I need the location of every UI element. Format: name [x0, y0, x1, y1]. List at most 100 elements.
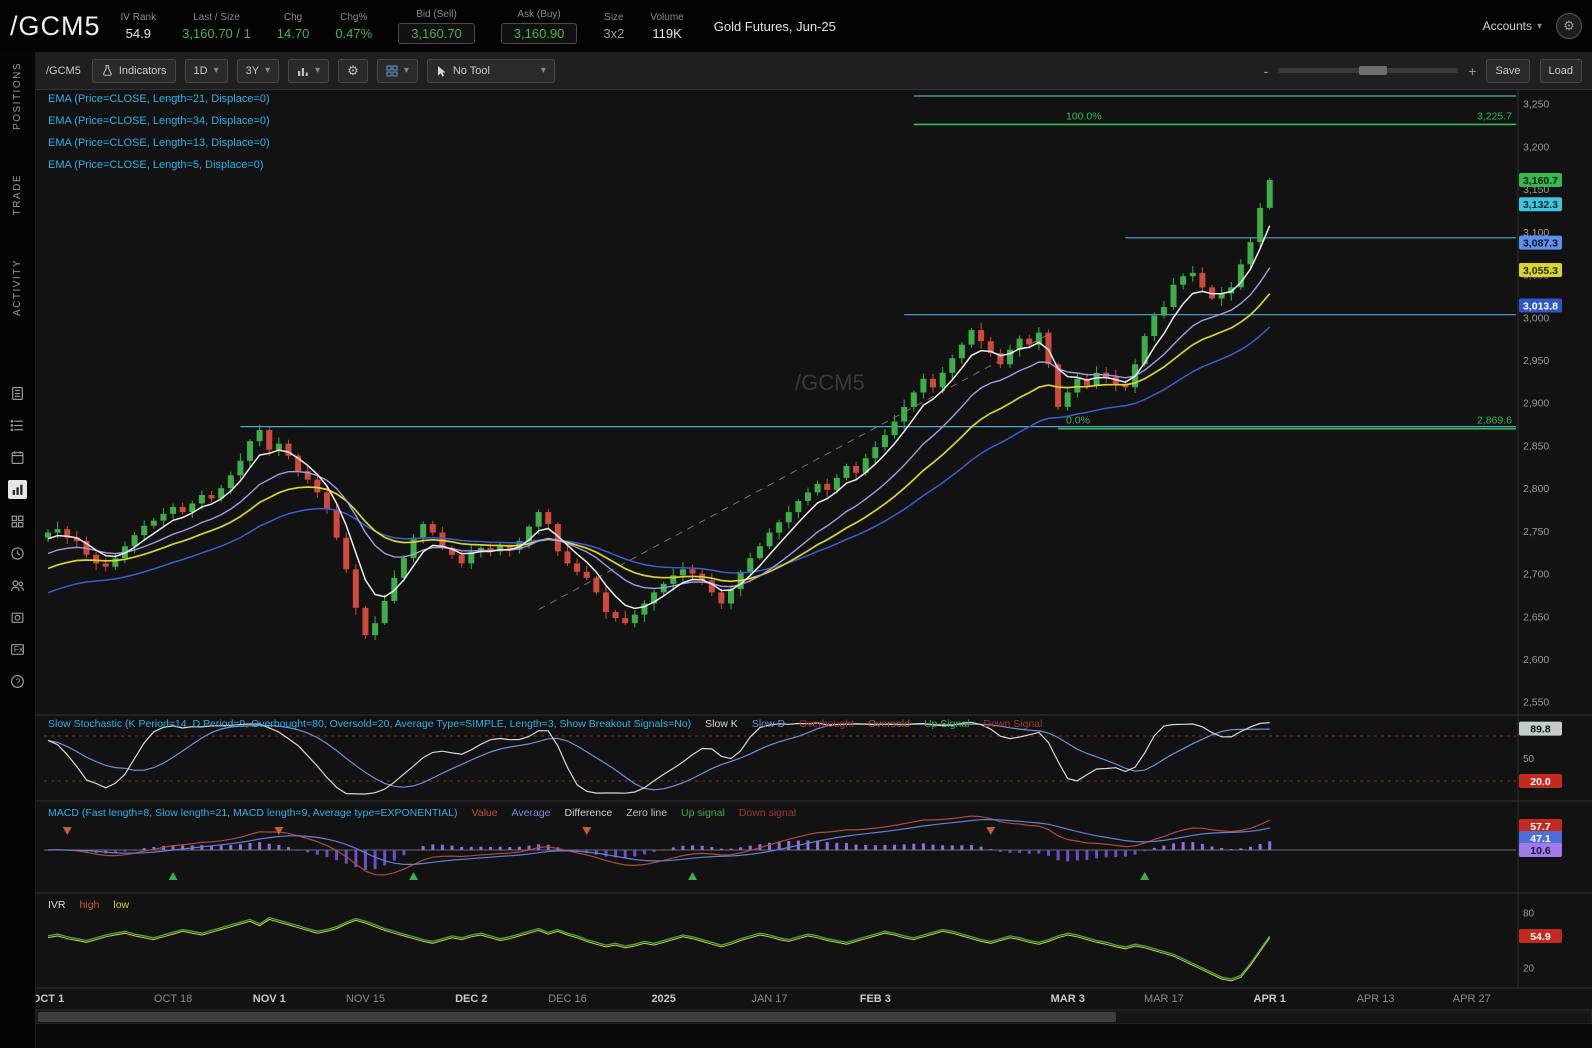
svg-text:FEB 3: FEB 3 [860, 993, 891, 1005]
accounts-menu[interactable]: Accounts ▾ [1483, 19, 1542, 33]
svg-text:NOV 15: NOV 15 [346, 993, 385, 1005]
field-bid: Bid (Sell) 3,160.70 [398, 9, 475, 44]
svg-text:2,800: 2,800 [1523, 483, 1549, 495]
zoom-in-button[interactable]: + [1468, 63, 1476, 79]
svg-text:3,132.3: 3,132.3 [1523, 199, 1558, 211]
svg-text:2,950: 2,950 [1523, 355, 1549, 367]
svg-text:APR 27: APR 27 [1453, 993, 1491, 1005]
help-icon[interactable]: ? [8, 672, 27, 691]
svg-text:2,900: 2,900 [1523, 398, 1549, 410]
grid-icon [386, 65, 398, 76]
svg-text:3,200: 3,200 [1523, 141, 1549, 153]
contacts-icon[interactable] [8, 576, 27, 595]
instrument-description: Gold Futures, Jun-25 [713, 18, 836, 34]
chevron-down-icon: ▾ [265, 65, 271, 76]
chevron-down-icon: ▾ [213, 65, 219, 76]
apps-icon[interactable] [8, 512, 27, 531]
svg-text:20: 20 [1523, 964, 1535, 975]
timeframe-dropdown[interactable]: 1D ▾ [184, 58, 228, 83]
field-iv-rank: IV Rank 54.9 [120, 11, 157, 41]
svg-text:3,000: 3,000 [1523, 312, 1549, 324]
ask-button[interactable]: 3,160.90 [500, 22, 578, 44]
symbol-title: /GCM5 [10, 10, 101, 41]
chevron-down-icon: ▾ [540, 65, 546, 76]
history-icon[interactable] [8, 544, 27, 563]
zoom-slider[interactable] [1278, 66, 1459, 75]
svg-text:IVRhighlow: IVR high low [48, 899, 130, 911]
svg-text:2,869.6: 2,869.6 [1477, 415, 1512, 427]
setup-icon[interactable]: ⚙ [1556, 13, 1582, 39]
svg-text:OCT 18: OCT 18 [154, 993, 192, 1005]
range-dropdown[interactable]: 3Y ▾ [236, 58, 280, 83]
cursor-icon [437, 65, 446, 76]
svg-text:Slow Stochastic (K Period=14,: Slow Stochastic (K Period=14, D Period=9… [48, 718, 1042, 730]
svg-text:DEC 16: DEC 16 [548, 993, 587, 1005]
gear-icon: ⚙ [347, 62, 359, 78]
chart-icon[interactable] [8, 480, 27, 500]
field-chg: Chg 14.70 [276, 11, 310, 41]
sidebar-tab-trade[interactable]: TRADE [12, 174, 23, 215]
svg-text:APR 13: APR 13 [1357, 993, 1395, 1005]
svg-text:Fx: Fx [14, 645, 24, 655]
bid-button[interactable]: 3,160.70 [398, 22, 475, 44]
chg-pct-value: 0.47% [335, 25, 373, 41]
chevron-down-icon: ▾ [315, 65, 321, 76]
svg-text:NOV 1: NOV 1 [253, 993, 286, 1005]
fx-icon[interactable]: Fx [8, 640, 27, 659]
trading-app: /GCM5 IV Rank 54.9 Last / Size 3,160.70 … [0, 0, 1592, 1048]
svg-text:EMA (Price=CLOSE, Length=5, Di: EMA (Price=CLOSE, Length=5, Displace=0) [48, 159, 264, 171]
svg-text:54.9: 54.9 [1530, 931, 1551, 943]
chevron-down-icon: ▾ [403, 65, 409, 76]
svg-text:JAN 17: JAN 17 [751, 993, 787, 1005]
zoom-out-button[interactable]: - [1264, 63, 1269, 79]
svg-text:3,250: 3,250 [1523, 99, 1549, 111]
svg-text:89.8: 89.8 [1530, 724, 1551, 736]
svg-text:MACD (Fast length=8, Slow leng: MACD (Fast length=8, Slow length=21, MAC… [48, 807, 796, 819]
drawing-tool-dropdown[interactable]: No Tool ▾ [426, 58, 555, 83]
svg-text:2,850: 2,850 [1523, 440, 1549, 452]
svg-text:EMA (Price=CLOSE, Length=34, D: EMA (Price=CLOSE, Length=34, Displace=0) [48, 115, 270, 127]
flask-icon [102, 65, 112, 76]
svg-text:DEC 2: DEC 2 [455, 993, 487, 1005]
iv-rank-value: 54.9 [125, 25, 151, 41]
sidebar-tab-positions[interactable]: POSITIONS [12, 62, 23, 130]
sidebar-icon-rail: Fx ? [8, 384, 27, 691]
size-value: 3x2 [603, 25, 625, 41]
chart-settings-button[interactable]: ⚙ [338, 58, 368, 83]
field-chg-pct: Chg% 0.47% [335, 11, 373, 41]
grid-layout-dropdown[interactable]: ▾ [376, 58, 418, 83]
calendar-icon[interactable] [8, 448, 27, 467]
toolbar-symbol: /GCM5 [46, 64, 81, 77]
svg-text:EMA (Price=CLOSE, Length=21, D: EMA (Price=CLOSE, Length=21, Displace=0) [48, 93, 270, 105]
chart-canvas[interactable]: /GCM53,2503,2003,1503,1003,0503,0002,950… [36, 90, 1592, 1048]
svg-text:OCT 1: OCT 1 [36, 993, 64, 1005]
svg-text:3,013.8: 3,013.8 [1523, 300, 1558, 312]
chg-value: 14.70 [276, 25, 310, 41]
chart-style-dropdown[interactable]: ▾ [288, 58, 330, 83]
left-sidebar: POSITIONS TRADE ACTIVITY Fx ? [0, 52, 36, 1048]
field-size: Size 3x2 [603, 11, 625, 41]
watchlist-icon[interactable] [8, 416, 27, 435]
chevron-down-icon: ▾ [1536, 20, 1542, 32]
sidebar-tab-activity[interactable]: ACTIVITY [12, 259, 23, 316]
svg-text:100.0%: 100.0% [1066, 110, 1102, 122]
field-last-size: Last / Size 3,160.70 / 1 [182, 11, 251, 41]
svg-text:MAR 17: MAR 17 [1144, 993, 1184, 1005]
svg-text:2,550: 2,550 [1523, 697, 1549, 709]
svg-text:50: 50 [1523, 754, 1535, 765]
svg-text:EMA (Price=CLOSE, Length=13, D: EMA (Price=CLOSE, Length=13, Displace=0) [48, 137, 270, 149]
save-button[interactable]: Save [1486, 58, 1530, 83]
calculator-icon[interactable] [8, 384, 27, 403]
last-size-value: 3,160.70 / 1 [182, 25, 251, 41]
indicators-button[interactable]: Indicators [91, 58, 176, 83]
svg-text:2,600: 2,600 [1523, 654, 1549, 666]
svg-text:80: 80 [1523, 909, 1535, 920]
load-button[interactable]: Load [1539, 58, 1582, 83]
svg-text:20.0: 20.0 [1530, 776, 1551, 788]
scanner-icon[interactable] [8, 608, 27, 627]
quote-header: /GCM5 IV Rank 54.9 Last / Size 3,160.70 … [0, 0, 1592, 52]
volume-value: 119K [652, 25, 682, 41]
zoom-slider-handle[interactable] [1359, 66, 1388, 75]
svg-text:3,055.3: 3,055.3 [1523, 265, 1558, 277]
field-ask: Ask (Buy) 3,160.90 [500, 9, 578, 44]
